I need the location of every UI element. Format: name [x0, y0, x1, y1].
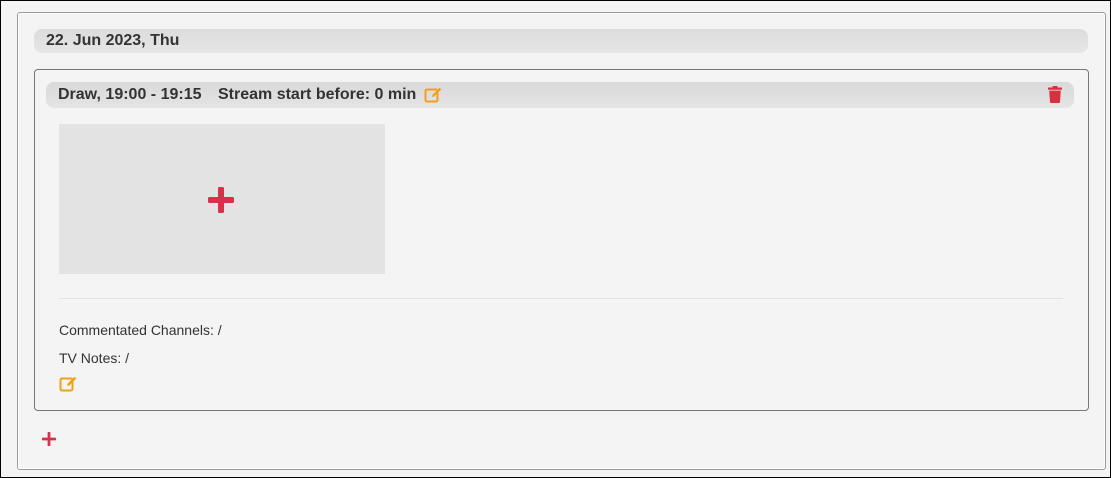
edit-event-icon[interactable] — [424, 86, 443, 113]
add-media-tile[interactable] — [59, 124, 385, 274]
commentated-channels-label: Commentated Channels: — [59, 322, 214, 338]
day-date-header: 22. Jun 2023, Thu — [34, 29, 1088, 53]
tv-notes-line: TV Notes: / — [59, 350, 129, 366]
app-frame: 22. Jun 2023, Thu Draw, 19:00 - 19:15 St… — [0, 0, 1111, 478]
tv-notes-value: / — [125, 350, 130, 366]
event-header: Draw, 19:00 - 19:15 Stream start before:… — [46, 82, 1074, 108]
stream-start-label: Stream start before: 0 min — [218, 86, 417, 103]
plus-icon — [208, 187, 234, 213]
add-event-button[interactable] — [41, 431, 57, 452]
day-card: 22. Jun 2023, Thu Draw, 19:00 - 19:15 St… — [17, 12, 1106, 470]
event-card: Draw, 19:00 - 19:15 Stream start before:… — [34, 69, 1089, 411]
edit-icon — [424, 87, 442, 103]
edit-icon — [59, 376, 77, 392]
commentated-channels-value: / — [217, 322, 222, 338]
edit-notes-icon[interactable] — [59, 375, 78, 398]
commentated-channels-line: Commentated Channels: / — [59, 322, 222, 338]
trash-icon — [1048, 86, 1062, 103]
event-title: Draw, 19:00 - 19:15 — [58, 86, 202, 103]
tv-notes-label: TV Notes: — [59, 350, 122, 366]
plus-icon — [42, 432, 56, 446]
divider — [59, 298, 1063, 299]
delete-event-icon[interactable] — [1048, 86, 1062, 112]
